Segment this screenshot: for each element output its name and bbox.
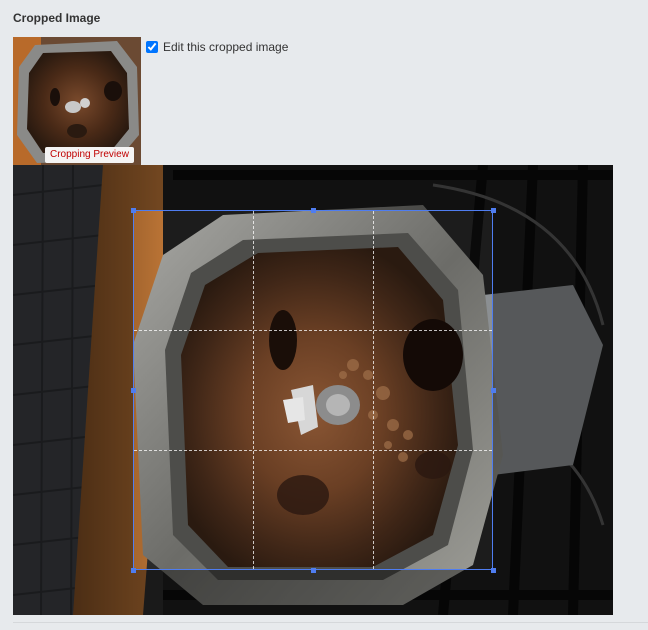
section-divider <box>13 622 648 623</box>
section-title: Cropped Image <box>13 11 101 25</box>
edit-cropped-image-option[interactable]: Edit this cropped image <box>146 40 288 54</box>
crop-grid-line <box>253 211 254 569</box>
edit-cropped-image-checkbox[interactable] <box>146 41 158 53</box>
crop-handle-bottom[interactable] <box>311 568 316 573</box>
crop-mask-bottom <box>13 570 613 615</box>
crop-mask-right <box>493 210 613 570</box>
crop-handle-top-left[interactable] <box>131 208 136 213</box>
crop-grid-line <box>134 450 492 451</box>
edit-cropped-image-label: Edit this cropped image <box>163 40 289 54</box>
crop-preview-thumbnail <box>13 37 141 165</box>
crop-mask-left <box>13 210 133 570</box>
crop-handle-top-right[interactable] <box>491 208 496 213</box>
cropping-preview-badge: Cropping Preview <box>45 147 134 163</box>
crop-grid-line <box>134 330 492 331</box>
crop-editor[interactable] <box>13 165 613 615</box>
crop-handle-bottom-right[interactable] <box>491 568 496 573</box>
crop-handle-left[interactable] <box>131 388 136 393</box>
crop-grid-line <box>373 211 374 569</box>
preview-image <box>13 37 141 165</box>
crop-handle-right[interactable] <box>491 388 496 393</box>
crop-handle-bottom-left[interactable] <box>131 568 136 573</box>
crop-selection-box[interactable] <box>131 208 496 573</box>
crop-mask-top <box>13 165 613 210</box>
crop-handle-top[interactable] <box>311 208 316 213</box>
